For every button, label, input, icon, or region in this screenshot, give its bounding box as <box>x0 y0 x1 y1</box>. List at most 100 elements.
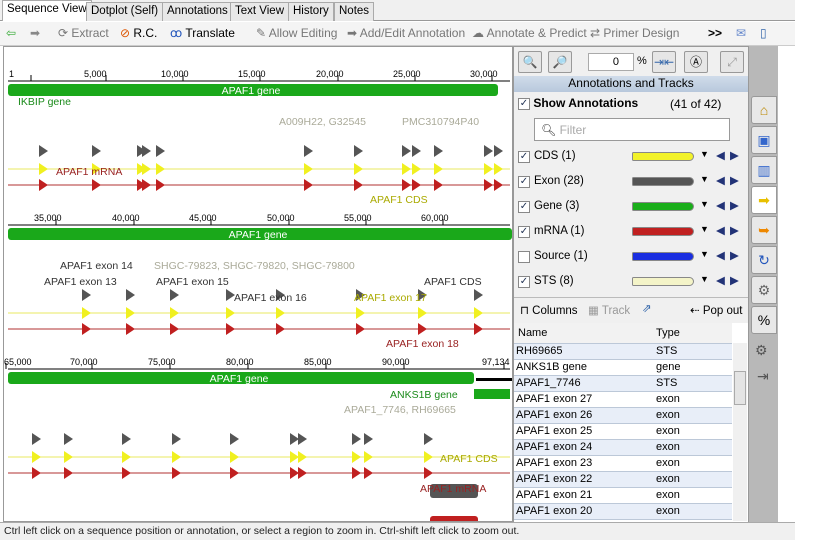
mrna-arrow[interactable] <box>402 179 411 191</box>
cds-arrow[interactable] <box>32 451 41 463</box>
mrna-arrow[interactable] <box>142 179 151 191</box>
track-row[interactable]: ✓ Exon (28) ▼ ◀ ▶ <box>518 170 746 195</box>
collapse-icon[interactable]: ⇥ <box>757 368 769 385</box>
ruler-tick-label[interactable]: 1 <box>9 69 14 79</box>
exon-arrow[interactable] <box>402 145 411 157</box>
zoom-percent-input[interactable]: 0 <box>588 53 634 71</box>
exon-arrow[interactable] <box>39 145 48 157</box>
mrna-arrow[interactable] <box>474 323 483 335</box>
more-button[interactable]: >> <box>708 26 722 40</box>
tab-notes[interactable]: Notes <box>334 2 375 21</box>
exon-arrow[interactable] <box>494 145 503 157</box>
zoom-in-icon[interactable]: 🔍 <box>518 51 542 73</box>
ruler-tick-label[interactable]: 75,000 <box>148 357 176 367</box>
table-row[interactable]: RH69665 STS <box>514 343 732 360</box>
gene-label[interactable]: APAF1 gene <box>210 373 269 385</box>
mrna-arrow[interactable] <box>418 323 427 335</box>
scrollbar[interactable] <box>733 343 747 521</box>
track-row[interactable]: Source (1) ▼ ◀ ▶ <box>518 245 746 270</box>
track-button[interactable]: ▦ Track <box>588 303 630 317</box>
next-icon[interactable]: ▶ <box>730 148 739 162</box>
zoom-out-icon[interactable]: 🔎 <box>548 51 572 73</box>
track-color-swatch[interactable] <box>632 152 694 161</box>
track-color-swatch[interactable] <box>632 202 694 211</box>
track-checkbox[interactable]: ✓ <box>518 276 530 288</box>
columns-button[interactable]: ⊓ Columns <box>520 303 578 317</box>
gene-label[interactable]: APAF1 gene <box>229 229 288 241</box>
back-arrow-icon[interactable]: ⇦ <box>6 26 16 40</box>
annotation-label[interactable]: APAF1 mRNA <box>420 483 486 495</box>
mrna-arrow[interactable] <box>172 467 181 479</box>
exon-arrow[interactable] <box>156 145 165 157</box>
expand-icon[interactable]: ⤢ <box>720 51 744 73</box>
column-header-name[interactable]: Name <box>514 323 654 344</box>
mrna-arrow[interactable] <box>424 467 433 479</box>
cds-arrow[interactable] <box>484 163 493 175</box>
annotation-label[interactable]: APA... <box>432 437 461 449</box>
dropdown-icon[interactable]: ▼ <box>700 274 709 284</box>
cds-arrow[interactable] <box>170 307 179 319</box>
cds-arrow[interactable] <box>226 307 235 319</box>
mrna-arrow[interactable] <box>92 179 101 191</box>
table-row[interactable]: APAF1 exon 22 exon <box>514 471 732 488</box>
table-row[interactable]: APAF1 exon 20 exon <box>514 503 732 520</box>
next-icon[interactable]: ▶ <box>730 248 739 262</box>
exon-arrow[interactable] <box>412 145 421 157</box>
mrna-arrow[interactable] <box>32 467 41 479</box>
table-row[interactable]: APAF1 exon 21 exon <box>514 487 732 504</box>
exon-arrow[interactable] <box>290 433 299 445</box>
mrna-arrow[interactable] <box>170 323 179 335</box>
mail-icon[interactable]: ✉ <box>736 26 746 40</box>
mrna-arrow[interactable] <box>226 323 235 335</box>
annotation-label[interactable]: ANKS1B gene <box>390 389 458 401</box>
export-icon[interactable]: ⇗ <box>642 301 652 315</box>
track-color-swatch[interactable] <box>632 177 694 186</box>
allow-editing-button[interactable]: ✎ Allow Editing <box>256 26 337 40</box>
mrna-arrow[interactable] <box>484 179 493 191</box>
ruler-tick-label[interactable]: 85,000 <box>304 357 332 367</box>
ruler-tick-label[interactable]: 30,000 <box>470 69 498 79</box>
cds-arrow[interactable] <box>418 307 427 319</box>
cds-arrow[interactable] <box>354 163 363 175</box>
prev-icon[interactable]: ◀ <box>716 198 725 212</box>
track-row[interactable]: ✓ Gene (3) ▼ ◀ ▶ <box>518 195 746 220</box>
prev-icon[interactable]: ◀ <box>716 223 725 237</box>
ruler-tick-label[interactable]: 35,000 <box>34 213 62 223</box>
ruler-tick-label[interactable]: 50,000 <box>267 213 295 223</box>
next-icon[interactable]: ▶ <box>730 223 739 237</box>
mrna-arrow[interactable] <box>356 323 365 335</box>
ruler-tick-label[interactable]: 97,134 <box>482 357 510 367</box>
prev-icon[interactable]: ◀ <box>716 273 725 287</box>
annotation-label[interactable]: APAF1 CDS <box>440 453 498 465</box>
dropdown-icon[interactable]: ▼ <box>700 149 709 159</box>
mrna-arrow[interactable] <box>290 467 299 479</box>
exon-arrow[interactable] <box>82 289 91 301</box>
ruler-tick-label[interactable]: 40,000 <box>112 213 140 223</box>
exon-arrow[interactable] <box>172 433 181 445</box>
exon-arrow[interactable] <box>304 145 313 157</box>
exon-arrow[interactable] <box>364 433 373 445</box>
zoom-annotation-icon[interactable]: Ⓐ <box>684 51 708 73</box>
show-annotations-checkbox[interactable]: ✓ Show Annotations <box>518 96 638 110</box>
add-edit-annotation-button[interactable]: ➡ Add/Edit Annotation <box>347 26 465 40</box>
cds-arrow[interactable] <box>230 451 239 463</box>
exon-arrow[interactable] <box>32 433 41 445</box>
cds-arrow[interactable] <box>474 307 483 319</box>
dropdown-icon[interactable]: ▼ <box>700 174 709 184</box>
mrna-arrow[interactable] <box>434 179 443 191</box>
cds-arrow[interactable] <box>64 451 73 463</box>
exon-arrow[interactable] <box>298 433 307 445</box>
cds-arrow[interactable] <box>352 451 361 463</box>
gear-dropdown-icon[interactable]: ⚙ <box>755 342 768 359</box>
cds-arrow[interactable] <box>39 163 48 175</box>
tab-text-view[interactable]: Text View <box>230 2 290 21</box>
ruler-tick-label[interactable]: 20,000 <box>316 69 344 79</box>
ruler-tick-label[interactable]: 10,000 <box>161 69 189 79</box>
dropdown-icon[interactable]: ▼ <box>700 249 709 259</box>
cds-arrow[interactable] <box>402 163 411 175</box>
mrna-arrow[interactable] <box>64 467 73 479</box>
annotate-predict-button[interactable]: ☁ Annotate & Predict <box>472 26 587 40</box>
track-row[interactable]: ✓ STS (8) ▼ ◀ ▶ <box>518 270 746 295</box>
exon-arrow[interactable] <box>354 145 363 157</box>
cds-arrow[interactable] <box>412 163 421 175</box>
